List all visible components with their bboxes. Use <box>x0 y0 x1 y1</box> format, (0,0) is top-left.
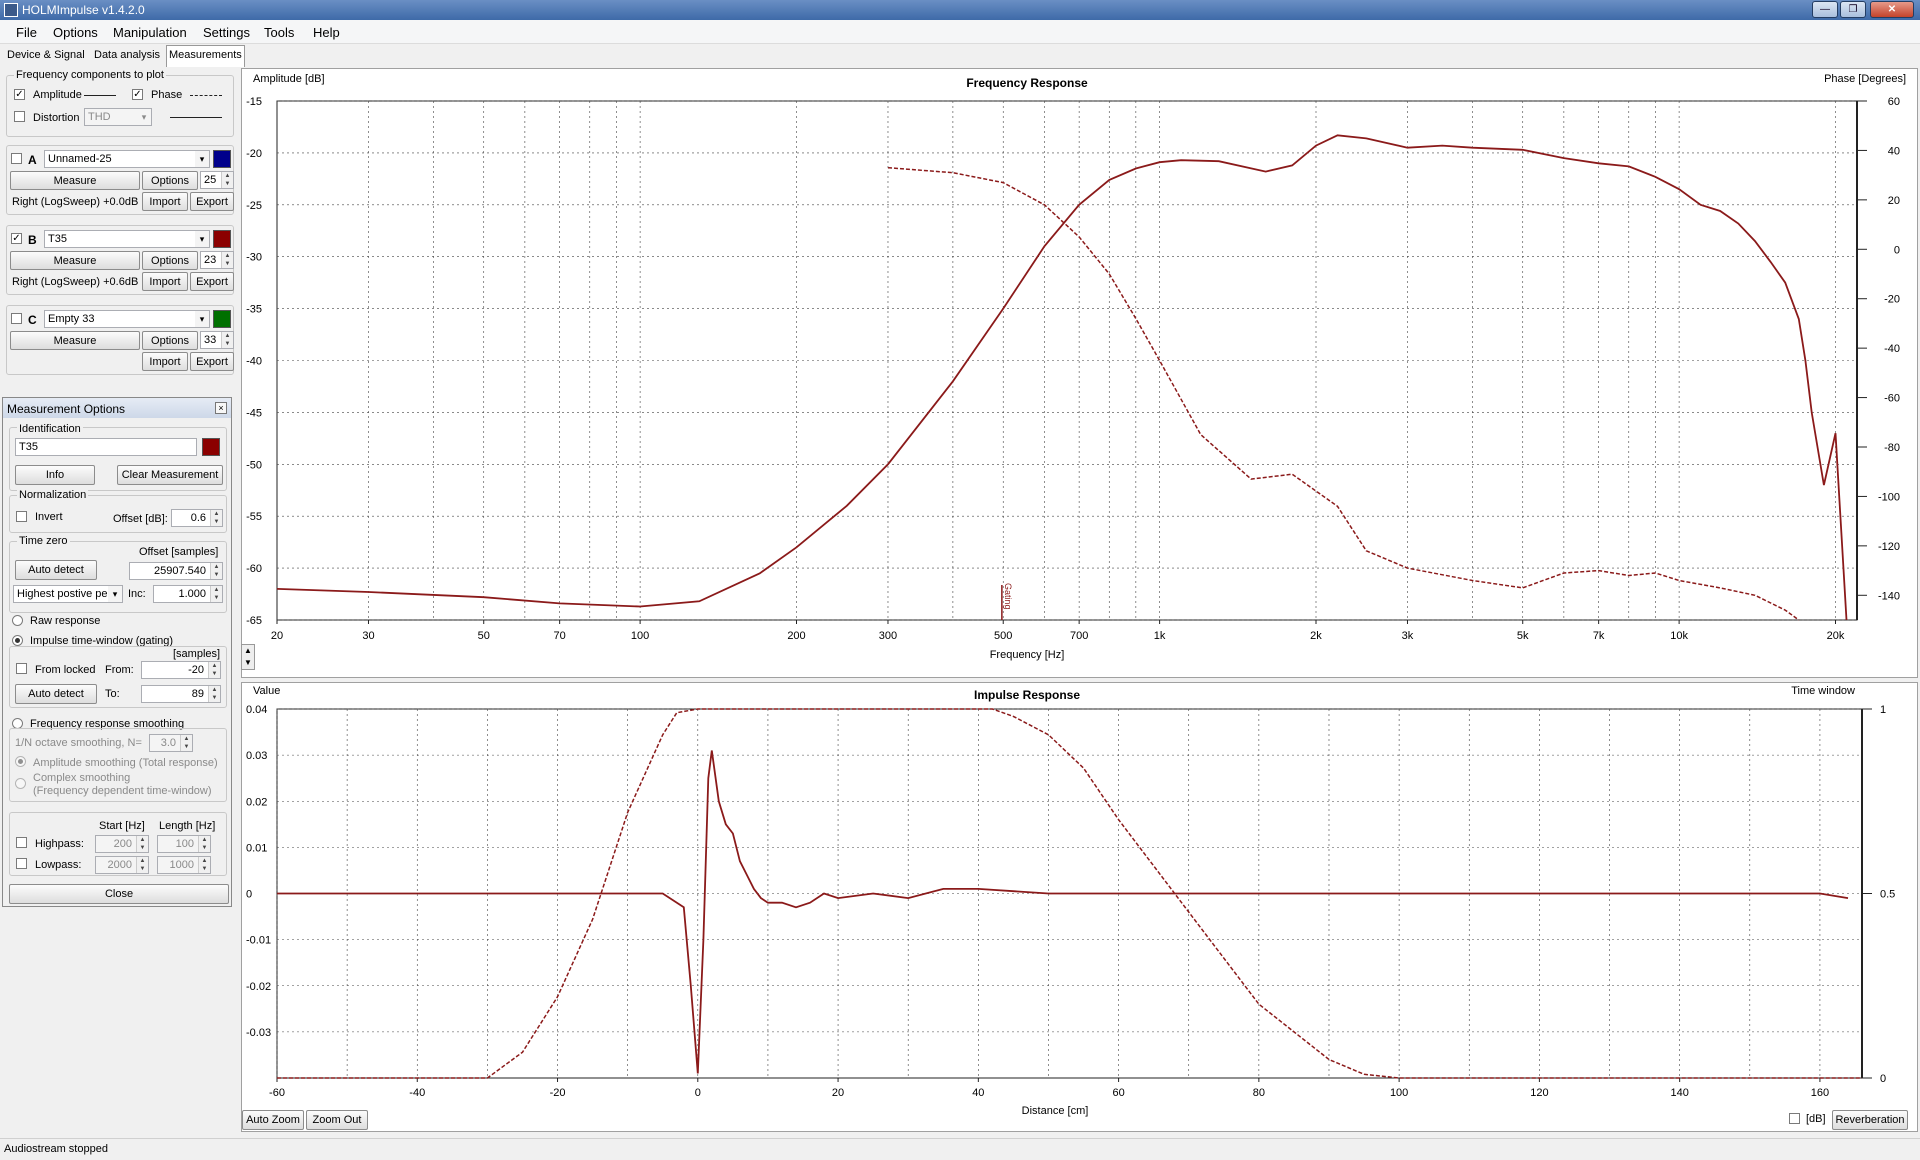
impulse-y-tick-label: 0.01 <box>246 842 267 854</box>
impulse-y-tick-label: 0 <box>246 889 252 901</box>
freq-y-tick-label: -25 <box>246 200 262 212</box>
impulse-x-tick-label: -60 <box>269 1087 285 1099</box>
impulse-y-tick-label: -0.02 <box>246 981 271 993</box>
impulse-y-axis-label: Value <box>253 685 280 697</box>
status-text: Audiostream stopped <box>4 1143 108 1155</box>
freq-x-tick-label: 50 <box>478 630 490 642</box>
impulse-y-tick-label: -0.03 <box>246 1027 271 1039</box>
freq-x-tick-label: 700 <box>1070 630 1088 642</box>
charts-svg: -15 -20 -25 -30 -35 -40 -45 -50 -55 -60 -65 20 30 50 7… <box>246 73 1906 1117</box>
freq-x-tick-label: 200 <box>787 630 805 642</box>
impulse-x-tick-label: 140 <box>1670 1087 1688 1099</box>
phase-tick-label: -80 <box>1884 442 1900 454</box>
freq-x-tick-label: 20 <box>271 630 283 642</box>
freq-x-tick-label: 30 <box>362 630 374 642</box>
phase-tick-label: -40 <box>1884 343 1900 355</box>
impulse-x-tick-label: 60 <box>1112 1087 1124 1099</box>
window-tick-label: 1 <box>1880 704 1886 716</box>
freq-plot-title: Frequency Response <box>966 76 1088 90</box>
freq-y-tick-label: -35 <box>246 304 262 316</box>
freq-x-tick-label: 500 <box>994 630 1012 642</box>
impulse-y-tick-label: 0.03 <box>246 750 267 762</box>
freq-x-tick-label: 1k <box>1154 630 1166 642</box>
phase-tick-label: 20 <box>1888 195 1900 207</box>
reverberation-button[interactable]: Reverberation <box>1832 1110 1908 1130</box>
impulse-x-tick-label: 100 <box>1390 1087 1408 1099</box>
freq-y-axis-label: Amplitude [dB] <box>253 73 325 85</box>
impulse-x-tick-label: -20 <box>550 1087 566 1099</box>
impulse-x-tick-label: 120 <box>1530 1087 1548 1099</box>
impulse-x-tick-label: 0 <box>695 1087 701 1099</box>
phase-tick-label: -120 <box>1878 541 1900 553</box>
phase-tick-label: -140 <box>1878 590 1900 602</box>
freq-y-tick-label: -30 <box>246 252 262 264</box>
freq-y-tick-label: -65 <box>246 615 262 627</box>
gating-marker-label: Gating <box>1003 583 1013 610</box>
freq-x-axis-label: Frequency [Hz] <box>990 649 1065 661</box>
freq-y-tick-label: -40 <box>246 356 262 368</box>
freq-y-tick-label: -15 <box>246 96 262 108</box>
freq-y-tick-label: -55 <box>246 511 262 523</box>
impulse-x-tick-label: 80 <box>1253 1087 1265 1099</box>
db-label: [dB] <box>1806 1113 1826 1125</box>
impulse-x-tick-label: 20 <box>832 1087 844 1099</box>
freq-x-tick-label: 3k <box>1402 630 1414 642</box>
status-bar: Audiostream stopped <box>0 1138 1920 1160</box>
freq-y-tick-label: -50 <box>246 459 262 471</box>
phase-tick-label: -100 <box>1878 491 1900 503</box>
phase-tick-label: 0 <box>1894 244 1900 256</box>
freq-y-tick-label: -45 <box>246 407 262 419</box>
db-checkbox[interactable] <box>1789 1113 1800 1124</box>
window-tick-label: 0 <box>1880 1073 1886 1085</box>
freq-x-tick-label: 100 <box>631 630 649 642</box>
freq-x-tick-label: 10k <box>1670 630 1688 642</box>
impulse-y-tick-label: -0.01 <box>246 935 271 947</box>
impulse-x-tick-label: 40 <box>972 1087 984 1099</box>
phase-tick-label: -20 <box>1884 294 1900 306</box>
impulse-y-tick-label: 0.02 <box>246 796 267 808</box>
freq-x-tick-label: 7k <box>1593 630 1605 642</box>
freq-x-tick-label: 20k <box>1827 630 1845 642</box>
freq-x-tick-label: 70 <box>554 630 566 642</box>
window-tick-label: 0.5 <box>1880 889 1895 901</box>
window-axis-label: Time window <box>1791 685 1855 697</box>
impulse-x-tick-label: 160 <box>1811 1087 1829 1099</box>
impulse-plot-title: Impulse Response <box>974 688 1080 702</box>
freq-x-tick-label: 5k <box>1517 630 1529 642</box>
zoom-out-button[interactable]: Zoom Out <box>306 1110 368 1130</box>
impulse-y-tick-label: 0.04 <box>246 704 267 716</box>
impulse-x-tick-label: -40 <box>409 1087 425 1099</box>
phase-axis-label: Phase [Degrees] <box>1824 73 1906 85</box>
freq-y-tick-label: -20 <box>246 148 262 160</box>
impulse-x-axis-label: Distance [cm] <box>1022 1105 1089 1117</box>
freq-x-tick-label: 300 <box>879 630 897 642</box>
freq-x-tick-label: 2k <box>1310 630 1322 642</box>
phase-tick-label: 60 <box>1888 96 1900 108</box>
freq-y-tick-label: -60 <box>246 563 262 575</box>
phase-tick-label: 40 <box>1888 145 1900 157</box>
phase-tick-label: -60 <box>1884 393 1900 405</box>
auto-zoom-button[interactable]: Auto Zoom <box>242 1110 304 1130</box>
